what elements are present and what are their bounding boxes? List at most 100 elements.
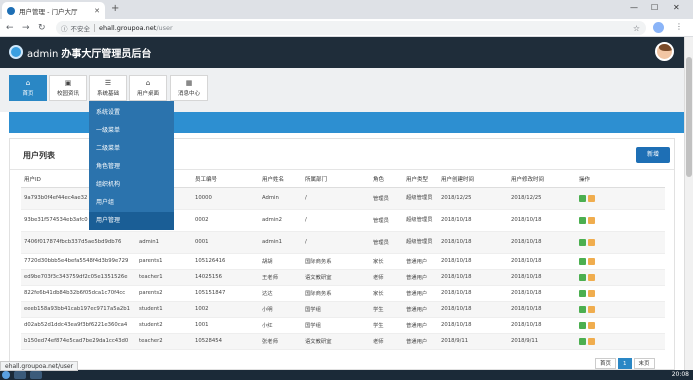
back-button[interactable]: ← <box>6 21 14 35</box>
page-scrollbar[interactable] <box>684 37 693 370</box>
delete-icon[interactable] <box>588 194 595 202</box>
taskbar-app-icon[interactable] <box>30 371 42 379</box>
cell-modified: 2018/10/18 <box>508 285 576 302</box>
app-brand: admin 办事大厅管理员后台 <box>27 45 151 60</box>
delete-icon[interactable] <box>588 289 595 297</box>
delete-icon[interactable] <box>588 321 595 329</box>
edit-icon[interactable] <box>579 321 586 329</box>
cell-modified: 2018/10/18 <box>508 209 576 232</box>
cell-modified: 2018/10/18 <box>508 253 576 270</box>
delete-icon[interactable] <box>588 273 595 281</box>
edit-icon[interactable] <box>579 305 586 313</box>
favicon-icon <box>7 6 15 15</box>
module-home[interactable]: ⌂ 首页 <box>9 75 47 101</box>
edit-icon[interactable] <box>579 194 586 202</box>
edit-icon[interactable] <box>579 289 586 297</box>
minimize-button[interactable]: — <box>630 2 638 14</box>
cell-id: b150ed74ef874e5cad7be29da1cc43d0 <box>21 333 136 350</box>
cell-actions <box>576 209 665 232</box>
info-icon[interactable]: ⓘ <box>61 23 68 33</box>
cell-text: 超级管理员 <box>406 194 433 201</box>
menu-item-system-settings[interactable]: 系统设置 <box>89 104 174 122</box>
cell-modified: 2018/10/18 <box>508 269 576 286</box>
maximize-button[interactable]: ☐ <box>651 2 658 14</box>
cell-id: ed9be703f3c343759df2c05e1351526e <box>21 269 136 286</box>
first-page-button[interactable]: 首页 <box>595 358 617 369</box>
module-system-basics[interactable]: ☰ 系统基础 <box>89 75 127 101</box>
cell-role: 学生 <box>370 317 403 334</box>
cell-id: 7720d30bbb5e4befa5548f4d3b99e729 <box>21 253 136 270</box>
profile-icon[interactable] <box>653 22 664 33</box>
menu-item-level1-menu[interactable]: 一级菜单 <box>89 122 174 140</box>
cell-type: 普通用户 <box>403 285 438 302</box>
cell-emp: 10528454 <box>192 333 259 350</box>
table-row: 7720d30bbb5e4befa5548f4d3b99e729 parents1… <box>21 253 665 270</box>
edit-icon[interactable] <box>579 337 586 345</box>
status-url-bubble: ehall.groupoa.net/user <box>0 361 79 371</box>
menu-item-user-group[interactable]: 用户组 <box>89 194 174 212</box>
cell-name: admin2 <box>259 209 302 232</box>
delete-icon[interactable] <box>588 257 595 265</box>
module-label: 首页 <box>22 91 34 97</box>
new-tab-button[interactable]: + <box>111 3 119 15</box>
browser-tab[interactable]: 用户管理 - 门户大厅 ✕ <box>2 2 105 19</box>
cell-name: admin1 <box>259 231 302 254</box>
edit-icon[interactable] <box>579 216 586 224</box>
browser-tabstrip: 用户管理 - 门户大厅 ✕ + — ☐ ✕ <box>0 0 693 19</box>
cell-emp: 14025156 <box>192 269 259 286</box>
module-user-desktop[interactable]: ⌂ 用户桌面 <box>129 75 167 101</box>
add-user-button[interactable]: 新增 <box>636 147 670 163</box>
column-header: 操作 <box>576 172 665 188</box>
reload-button[interactable]: ↻ <box>38 21 46 35</box>
cell-login: teacher2 <box>136 333 192 350</box>
module-campus-news[interactable]: ▣ 校园资讯 <box>49 75 87 101</box>
cell-name: 小明 <box>259 301 302 318</box>
cell-emp: 1001 <box>192 317 259 334</box>
delete-icon[interactable] <box>588 305 595 313</box>
cell-emp: 0002 <box>192 209 259 232</box>
avatar[interactable] <box>655 42 674 61</box>
edit-icon[interactable] <box>579 273 586 281</box>
menu-item-organization[interactable]: 组织机构 <box>89 176 174 194</box>
forward-button[interactable]: → <box>22 21 30 35</box>
delete-icon[interactable] <box>588 238 595 246</box>
menu-item-user-management[interactable]: 用户管理 <box>89 212 174 230</box>
url-host: ehall.groupoa.net <box>99 24 157 32</box>
cell-name: Admin <box>259 187 302 210</box>
delete-icon[interactable] <box>588 337 595 345</box>
url-path: /user <box>156 24 173 32</box>
cell-created: 2018/10/18 <box>438 317 508 334</box>
bookmark-star-icon[interactable]: ☆ <box>633 24 640 33</box>
cell-created: 2018/10/18 <box>438 209 508 232</box>
pagination: 首页 1 末页 <box>595 358 655 369</box>
delete-icon[interactable] <box>588 216 595 224</box>
menu-item-role-management[interactable]: 角色管理 <box>89 158 174 176</box>
menu-item-level2-menu[interactable]: 二级菜单 <box>89 140 174 158</box>
cell-text: 超级管理员 <box>406 216 433 223</box>
tab-close-icon[interactable]: ✕ <box>94 7 100 15</box>
cell-actions <box>576 317 665 334</box>
taskbar-app-icon[interactable] <box>14 371 26 379</box>
last-page-button[interactable]: 末页 <box>633 358 655 369</box>
cell-id: 822fe6b41db84b32b6f05dca1c70f4cc <box>21 285 136 302</box>
current-page-button[interactable]: 1 <box>618 358 632 369</box>
cell-login: teacher1 <box>136 269 192 286</box>
address-bar[interactable]: ⓘ 不安全 ehall.groupoa.net /user ☆ <box>56 21 646 35</box>
cell-actions <box>576 301 665 318</box>
scrollbar-thumb[interactable] <box>686 57 692 177</box>
column-header: 角色 <box>370 172 403 188</box>
browser-menu-icon[interactable]: ⋮ <box>675 22 683 31</box>
edit-icon[interactable] <box>579 257 586 265</box>
browser-toolbar: ← → ↻ ⓘ 不安全 ehall.groupoa.net /user ☆ ⋮ <box>0 19 693 37</box>
cell-created: 2018/10/18 <box>438 285 508 302</box>
column-header: 用户姓名 <box>259 172 302 188</box>
cell-dept: / <box>302 209 370 232</box>
app-header: admin 办事大厅管理员后台 <box>0 37 684 68</box>
column-header: 员工编号 <box>192 172 259 188</box>
start-icon[interactable] <box>2 371 10 379</box>
window-close-button[interactable]: ✕ <box>673 2 680 14</box>
cell-text: 超级管理员 <box>406 238 433 245</box>
table-row: 7406f017874fbcb337d5ae5bd9db76 admin1 0001… <box>21 231 665 254</box>
module-message-center[interactable]: ▦ 消息中心 <box>170 75 208 101</box>
edit-icon[interactable] <box>579 238 586 246</box>
